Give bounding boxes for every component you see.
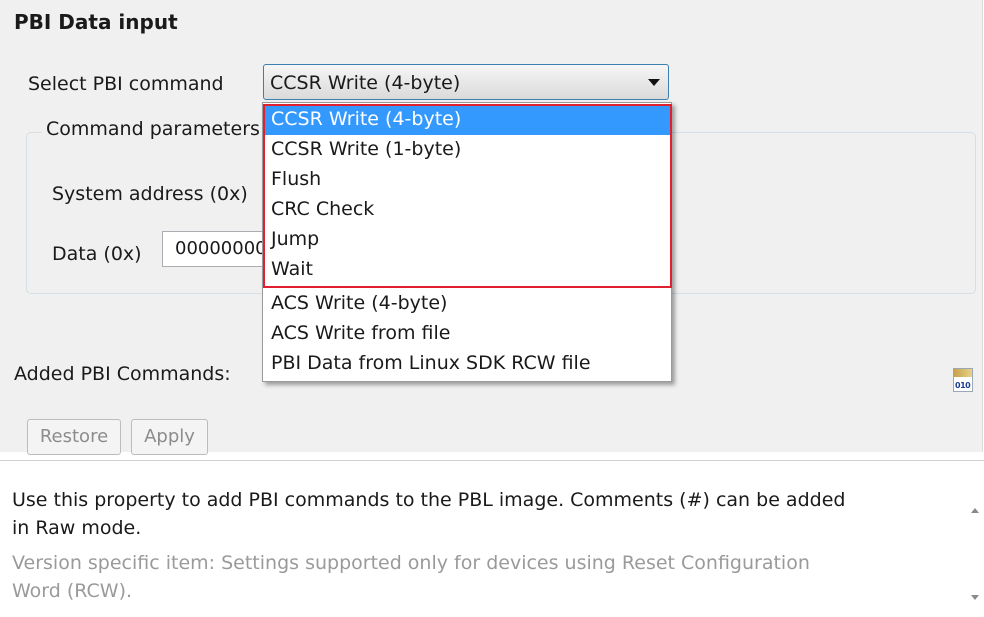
- version-note-line: Word (RCW).: [12, 580, 133, 602]
- restore-button[interactable]: Restore: [27, 419, 121, 455]
- pbi-command-select-value: CCSR Write (4-byte): [270, 72, 461, 94]
- dropdown-option-flush[interactable]: Flush: [264, 165, 670, 195]
- pbi-command-dropdown-list: CCSR Write (4-byte) CCSR Write (1-byte) …: [262, 102, 672, 382]
- description-area: Use this property to add PBI commands to…: [0, 460, 984, 617]
- system-address-label: System address (0x): [52, 183, 248, 205]
- description-line: in Raw mode.: [12, 517, 142, 539]
- binary-file-icon[interactable]: 010: [953, 368, 973, 392]
- scroll-down-icon[interactable]: [971, 595, 979, 600]
- pbi-command-select[interactable]: CCSR Write (4-byte): [263, 64, 669, 100]
- version-note-line: Version specific item: Settings supporte…: [12, 552, 810, 574]
- scroll-up-icon[interactable]: [971, 508, 979, 513]
- chevron-down-icon[interactable]: [648, 79, 660, 86]
- binary-file-icon-text: 010: [955, 381, 971, 390]
- dropdown-option-ccsr-write-4[interactable]: CCSR Write (4-byte): [264, 105, 670, 135]
- section-title: PBI Data input: [14, 10, 178, 34]
- dropdown-option-jump[interactable]: Jump: [264, 225, 670, 255]
- command-parameters-title: Command parameters: [42, 118, 264, 140]
- data-label: Data (0x): [52, 243, 142, 265]
- dropdown-option-crc-check[interactable]: CRC Check: [264, 195, 670, 225]
- select-command-label: Select PBI command: [28, 73, 224, 95]
- dropdown-option-acs-write-from-file[interactable]: ACS Write from file: [264, 319, 670, 349]
- dropdown-option-ccsr-write-1[interactable]: CCSR Write (1-byte): [264, 135, 670, 165]
- apply-button[interactable]: Apply: [131, 419, 208, 455]
- added-commands-label: Added PBI Commands:: [14, 363, 231, 385]
- description-line: Use this property to add PBI commands to…: [12, 489, 846, 511]
- dropdown-option-pbi-data-rcw[interactable]: PBI Data from Linux SDK RCW file: [264, 349, 670, 379]
- dropdown-option-acs-write-4[interactable]: ACS Write (4-byte): [264, 289, 670, 319]
- dropdown-option-wait[interactable]: Wait: [264, 255, 670, 285]
